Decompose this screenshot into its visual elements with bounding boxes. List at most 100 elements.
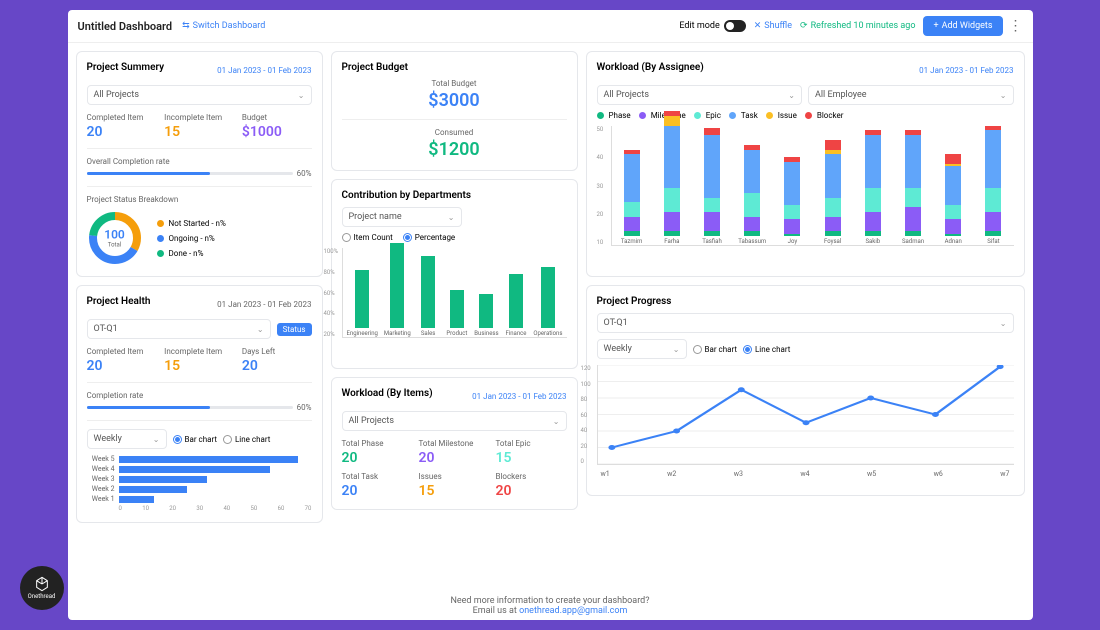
wi-date: 01 Jan 2023 - 01 Feb 2023 xyxy=(472,392,566,401)
task-value: 20 xyxy=(342,483,413,499)
legend-item: Task xyxy=(729,111,758,120)
epic-label: Total Epic xyxy=(496,439,567,448)
project-health-card: Project Health 01 Jan 2023 - 01 Feb 2023… xyxy=(76,285,323,523)
shuffle-icon: ✕ xyxy=(754,21,762,31)
project-summary-card: Project Summery 01 Jan 2023 - 01 Feb 202… xyxy=(76,51,323,277)
legend-item: Blocker xyxy=(805,111,844,120)
chevron-down-icon: ⌄ xyxy=(553,417,560,426)
completed-value: 20 xyxy=(87,124,157,140)
switch-dashboard-button[interactable]: ⇆ Switch Dashboard xyxy=(182,21,265,31)
refresh-icon: ⟳ xyxy=(800,21,808,31)
shuffle-button[interactable]: ✕ Shuffle xyxy=(754,21,792,31)
footer: Need more information to create your das… xyxy=(68,592,1033,620)
contribution-chart: 100%80%60%40%20% EngineeringMarketingSal… xyxy=(342,248,567,358)
onethread-logo[interactable]: Onethread xyxy=(20,566,64,610)
logo-text: Onethread xyxy=(28,593,56,600)
breakdown-label: Project Status Breakdown xyxy=(87,195,312,204)
health-line-radio[interactable]: Line chart xyxy=(223,435,270,444)
wi-title: Workload (By Items) xyxy=(342,388,433,399)
budget-title: Project Budget xyxy=(342,62,567,73)
footer-line1: Need more information to create your das… xyxy=(68,596,1033,606)
contribution-card: Contribution by Departments Project name… xyxy=(331,179,578,369)
edit-mode-label: Edit mode xyxy=(679,21,719,31)
h-days-value: 20 xyxy=(242,358,312,374)
legend-item: Epic xyxy=(694,111,721,120)
consumed-label: Consumed xyxy=(342,128,567,137)
radio-label: Item Count xyxy=(354,233,393,242)
add-widgets-button[interactable]: + Add Widgets xyxy=(923,16,1002,36)
summary-date: 01 Jan 2023 - 01 Feb 2023 xyxy=(217,66,311,75)
h-rate-pct: 60% xyxy=(297,403,312,412)
wa-project-select[interactable]: All Projects ⌄ xyxy=(597,85,803,105)
health-period-select[interactable]: Weekly⌄ xyxy=(87,429,167,449)
chevron-down-icon: ⌄ xyxy=(257,325,264,334)
select-value: OT-Q1 xyxy=(94,324,118,334)
select-value: Project name xyxy=(349,212,402,222)
status-badge[interactable]: Status xyxy=(277,323,312,336)
budget-label: Budget xyxy=(242,113,312,122)
progress-line-radio[interactable]: Line chart xyxy=(743,345,790,354)
legend-item: Ongoing - n% xyxy=(157,234,226,243)
progress-bar-radio[interactable]: Bar chart xyxy=(693,345,738,354)
h-rate-label: Completion rate xyxy=(87,391,312,400)
more-menu-button[interactable]: ⋮ xyxy=(1009,18,1023,34)
issues-label: Issues xyxy=(419,472,490,481)
donut-label: Total xyxy=(104,242,125,249)
wi-select[interactable]: All Projects ⌄ xyxy=(342,411,567,431)
select-value: All Projects xyxy=(604,90,649,100)
radio-label: Line chart xyxy=(755,345,790,354)
chevron-down-icon: ⌄ xyxy=(788,91,795,100)
page-title: Untitled Dashboard xyxy=(78,20,173,33)
refresh-status[interactable]: ⟳ Refreshed 10 minutes ago xyxy=(800,21,915,31)
contribution-select[interactable]: Project name⌄ xyxy=(342,207,462,227)
incomplete-label: Incomplete Item xyxy=(164,113,234,122)
chevron-down-icon: ⌄ xyxy=(298,91,305,100)
item-count-radio[interactable]: Item Count xyxy=(342,233,393,242)
milestone-label: Total Milestone xyxy=(419,439,490,448)
add-label: Add Widgets xyxy=(942,21,993,31)
percentage-radio[interactable]: Percentage xyxy=(403,233,455,242)
radio-label: Bar chart xyxy=(185,435,218,444)
consumed-value: $1200 xyxy=(342,139,567,160)
select-value: All Employee xyxy=(815,90,867,100)
radio-label: Bar chart xyxy=(705,345,738,354)
legend-item: Phase xyxy=(597,111,631,120)
progress-period-select[interactable]: Weekly⌄ xyxy=(597,339,687,359)
toggle-icon xyxy=(724,20,746,32)
health-title: Project Health xyxy=(87,296,151,307)
overall-pct: 60% xyxy=(297,169,312,178)
h-incomplete-label: Incomplete Item xyxy=(164,347,234,356)
issues-value: 15 xyxy=(419,483,490,499)
blockers-label: Blockers xyxy=(496,472,567,481)
h-incomplete-value: 15 xyxy=(164,358,234,374)
health-project-select[interactable]: OT-Q1 ⌄ xyxy=(87,319,271,339)
chevron-down-icon: ⌄ xyxy=(1000,91,1007,100)
wa-date: 01 Jan 2023 - 01 Feb 2023 xyxy=(919,66,1013,75)
status-donut-chart: 100Total xyxy=(87,210,143,266)
contribution-title: Contribution by Departments xyxy=(342,190,567,201)
health-bar-radio[interactable]: Bar chart xyxy=(173,435,218,444)
milestone-value: 20 xyxy=(419,450,490,466)
donut-total: 100 xyxy=(104,228,125,242)
progress-project-select[interactable]: OT-Q1⌄ xyxy=(597,313,1014,333)
phase-value: 20 xyxy=(342,450,413,466)
summary-title: Project Summery xyxy=(87,62,165,73)
select-value: All Projects xyxy=(349,416,394,426)
progress-line-chart: 120100806040200 w1w2w3w4w5w6w7 xyxy=(597,365,1014,485)
workload-stacked-chart: 5040302010 TazmimFarhaTasfiahTabassumJoy… xyxy=(597,126,1014,266)
footer-email-link[interactable]: onethread.app@gmail.com xyxy=(519,606,627,616)
task-label: Total Task xyxy=(342,472,413,481)
switch-icon: ⇆ xyxy=(182,21,190,31)
wa-employee-select[interactable]: All Employee ⌄ xyxy=(808,85,1014,105)
project-progress-card: Project Progress OT-Q1⌄ Weekly⌄ Bar char… xyxy=(586,285,1025,496)
edit-mode-toggle[interactable]: Edit mode xyxy=(679,20,745,32)
footer-line2-pre: Email us at xyxy=(473,606,519,616)
select-value: All Projects xyxy=(94,90,139,100)
select-value: Weekly xyxy=(94,434,122,444)
select-value: OT-Q1 xyxy=(604,318,628,328)
summary-project-select[interactable]: All Projects ⌄ xyxy=(87,85,312,105)
total-budget-label: Total Budget xyxy=(342,79,567,88)
incomplete-value: 15 xyxy=(164,124,234,140)
switch-label: Switch Dashboard xyxy=(193,21,266,31)
blockers-value: 20 xyxy=(496,483,567,499)
